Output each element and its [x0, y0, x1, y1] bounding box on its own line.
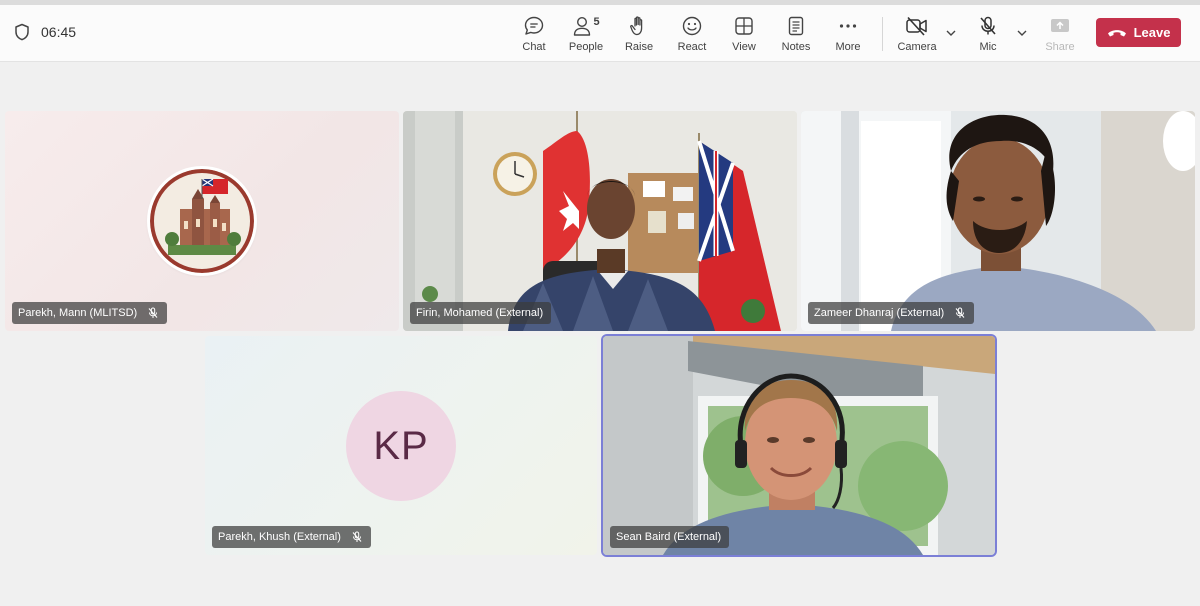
people-icon: 5: [572, 13, 600, 39]
participant-video-feed: [603, 336, 995, 555]
camera-label: Camera: [897, 41, 937, 53]
camera-options-chevron-icon[interactable]: [944, 26, 958, 40]
share-button[interactable]: Share: [1034, 9, 1086, 57]
more-button[interactable]: More: [822, 9, 874, 57]
hang-up-phone-icon: [1107, 27, 1127, 39]
raise-label: Raise: [624, 41, 654, 53]
leave-label: Leave: [1133, 25, 1171, 40]
raise-hand-icon: [629, 13, 649, 39]
avatar: KP: [346, 391, 456, 501]
mic-button[interactable]: Mic: [962, 9, 1014, 57]
smiley-icon: [681, 13, 703, 39]
participant-video-feed: [403, 111, 797, 331]
participant-name: Firin, Mohamed (External): [416, 307, 544, 319]
participant-tile[interactable]: KP Parekh, Khush (External): [205, 336, 597, 555]
people-count-badge: 5: [593, 16, 600, 28]
raise-hand-button[interactable]: Raise: [613, 9, 665, 57]
share-screen-icon: [1049, 13, 1071, 39]
toolbar-divider: [882, 17, 883, 51]
meeting-timer: 06:45: [14, 23, 76, 41]
participant-tile[interactable]: Parekh, Mann (MLITSD): [5, 111, 399, 331]
timer-text: 06:45: [41, 24, 77, 40]
more-label: More: [835, 41, 861, 53]
more-dots-icon: [837, 13, 859, 39]
participant-tile[interactable]: Firin, Mohamed (External): [403, 111, 797, 331]
participant-name-tag: Parekh, Khush (External): [212, 526, 371, 548]
ontario-legislature-seal-image: [150, 169, 254, 273]
react-button[interactable]: React: [666, 9, 718, 57]
meeting-toolbar: 06:45 Chat 5 People Raise React View Not…: [0, 5, 1200, 62]
mic-label: Mic: [979, 41, 997, 53]
mic-off-icon: [954, 307, 966, 319]
chat-icon: [523, 13, 545, 39]
participant-name-tag: Firin, Mohamed (External): [410, 302, 552, 324]
participant-name-tag: Parekh, Mann (MLITSD): [12, 302, 168, 324]
participant-name-tag: Sean Baird (External): [610, 526, 730, 548]
participant-name-tag: Zameer Dhanraj (External): [808, 302, 975, 324]
view-button[interactable]: View: [718, 9, 770, 57]
react-label: React: [677, 41, 707, 53]
participant-name: Sean Baird (External): [616, 531, 722, 543]
mic-off-icon: [147, 307, 159, 319]
mic-off-icon: [351, 531, 363, 543]
participant-name: Zameer Dhanraj (External): [814, 307, 945, 319]
participant-tile-active-speaker[interactable]: Sean Baird (External): [603, 336, 995, 555]
leave-button[interactable]: Leave: [1096, 18, 1181, 47]
participant-name: Parekh, Mann (MLITSD): [18, 307, 138, 319]
shield-icon: [14, 23, 30, 41]
mic-options-chevron-icon[interactable]: [1015, 26, 1029, 40]
share-label: Share: [1045, 41, 1075, 53]
chat-label: Chat: [522, 41, 546, 53]
chat-button[interactable]: Chat: [508, 9, 560, 57]
notes-button[interactable]: Notes: [770, 9, 822, 57]
participant-tile[interactable]: Zameer Dhanraj (External): [801, 111, 1195, 331]
people-button[interactable]: 5 People: [560, 9, 612, 57]
notes-label: Notes: [781, 41, 811, 53]
participant-video-feed: [801, 111, 1195, 331]
camera-button[interactable]: Camera: [891, 9, 943, 57]
grid-view-icon: [733, 13, 755, 39]
participant-name: Parekh, Khush (External): [218, 531, 341, 543]
mic-off-icon: [977, 13, 999, 39]
notes-icon: [786, 13, 806, 39]
people-label: People: [568, 41, 604, 53]
camera-off-icon: [905, 13, 929, 39]
view-label: View: [732, 41, 756, 53]
